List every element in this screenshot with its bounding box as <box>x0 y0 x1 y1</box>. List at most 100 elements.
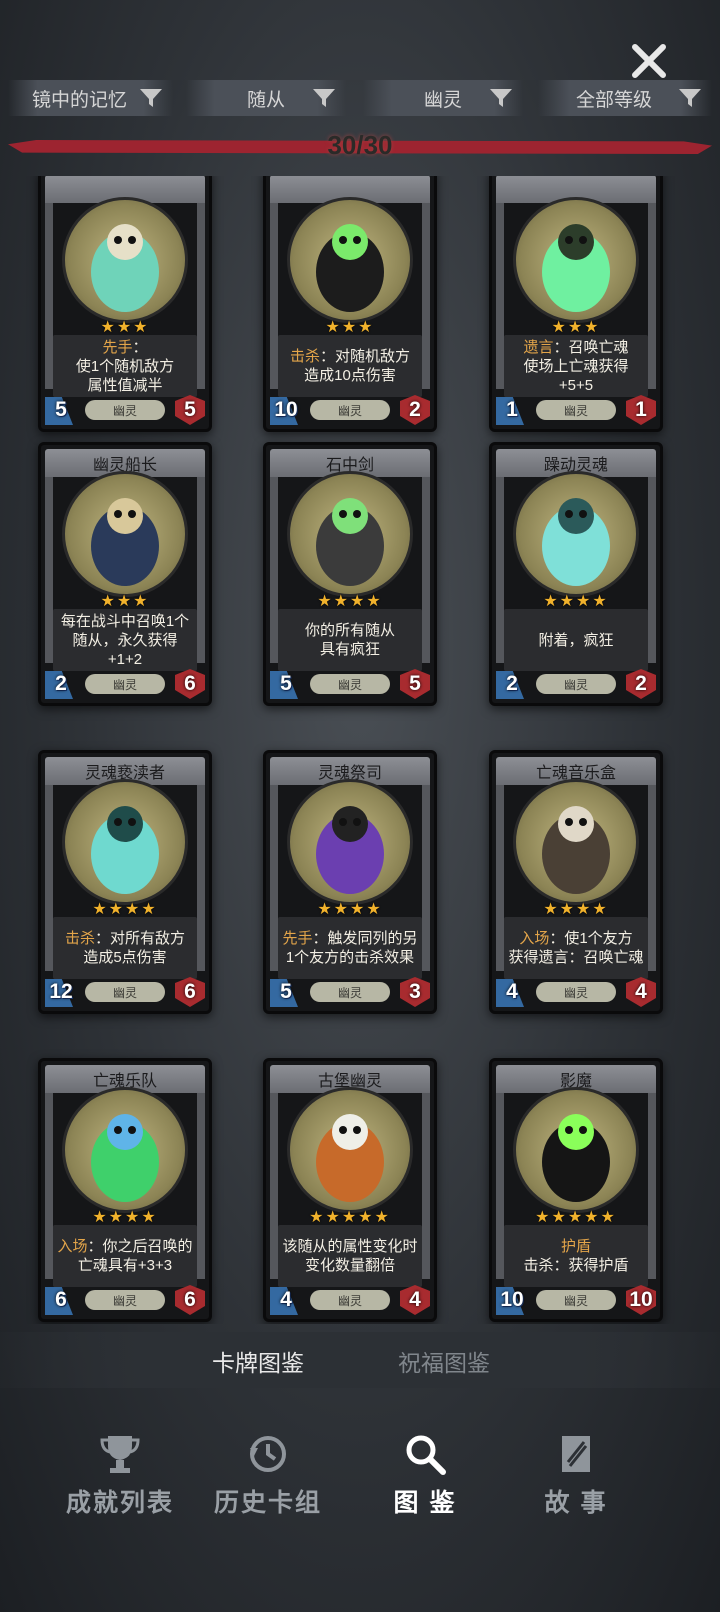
tab-card-codex[interactable]: 卡牌图鉴 <box>212 1344 304 1378</box>
health-badge: 10 <box>626 1285 656 1315</box>
card-art-music-box <box>513 779 639 905</box>
card[interactable]: 石中剑 ★★★★ 你的所有随从 具有疯狂 5 幽灵 5 <box>263 442 437 706</box>
attack-value: 12 <box>49 980 73 1003</box>
close-button[interactable] <box>626 38 672 84</box>
health-value: 1 <box>635 398 647 421</box>
card-type-pill: 幽灵 <box>536 674 616 694</box>
attack-value: 5 <box>280 672 292 695</box>
attack-badge: 10 <box>496 1285 528 1315</box>
magnifier-icon <box>406 1435 446 1475</box>
bottom-nav: 成就列表 历史卡组 图 鉴 故 事 <box>0 1420 720 1560</box>
attack-value: 2 <box>506 672 518 695</box>
health-badge: 4 <box>400 1285 430 1315</box>
card-stats: 5 幽灵 5 <box>266 669 434 699</box>
card-frame <box>422 475 430 663</box>
nav-codex[interactable]: 图 鉴 <box>355 1420 495 1540</box>
card-art-sword <box>287 471 413 597</box>
card-stars: ★★★★ <box>317 901 383 918</box>
progress-label: 30/30 <box>327 130 393 160</box>
filter-ghost[interactable]: 幽灵 <box>363 80 523 116</box>
collection-progress: 30/30 <box>8 130 712 164</box>
card-type-pill: 幽灵 <box>85 400 165 420</box>
filter-label: 镜中的记忆 <box>31 89 127 111</box>
card-stars: ★★★ <box>551 319 601 336</box>
tab-blessing-codex[interactable]: 祝福图鉴 <box>398 1344 490 1378</box>
card[interactable]: ★★★ 击杀：对随机敌方 造成10点伤害 10 幽灵 2 <box>263 176 437 432</box>
card[interactable]: 躁动灵魂 ★★★★ 附着，疯狂 2 幽灵 2 <box>489 442 663 706</box>
health-value: 2 <box>635 672 647 695</box>
card-stats: 10 幽灵 10 <box>492 1285 660 1315</box>
nav-label: 故 事 <box>544 1489 608 1517</box>
health-badge: 5 <box>175 395 205 425</box>
card-frame <box>648 201 656 389</box>
card-type-pill: 幽灵 <box>536 982 616 1002</box>
filter-bar: 镜中的记忆 随从 幽灵 全部等级 <box>8 80 712 116</box>
card-frame <box>270 201 278 389</box>
card-art-skull-ghost <box>62 197 188 323</box>
card-description-text: ：对随机敌方 造成10点伤害 <box>304 348 411 384</box>
filter-label: 全部等级 <box>575 89 652 111</box>
card[interactable]: 灵魂亵渎者 ★★★★ 击杀：对所有敌方 造成5点伤害 12 幽灵 6 <box>38 750 212 1014</box>
card[interactable]: 灵魂祭司 ★★★★ 先手：触发同列的另 1个友方的击杀效果 5 幽灵 3 <box>263 750 437 1014</box>
card[interactable]: 古堡幽灵 ★★★★★ 该随从的属性变化时 变化数量翻倍 4 幽灵 4 <box>263 1058 437 1322</box>
card[interactable]: 亡魂乐队 ★★★★ 入场：你之后召唤的 亡魂具有+3+3 6 幽灵 6 <box>38 1058 212 1322</box>
card[interactable]: ★★★ 先手： 使1个随机敌方 属性值减半 5 幽灵 5 <box>38 176 212 432</box>
card[interactable]: 亡魂音乐盒 ★★★★ 入场：使1个友方 获得遗言：召唤亡魂 4 幽灵 4 <box>489 750 663 1014</box>
card-description: 附着，疯狂 <box>504 609 648 671</box>
card-frame <box>422 783 430 971</box>
card-stats: 10 幽灵 2 <box>266 395 434 425</box>
card-stats: 6 幽灵 6 <box>41 1285 209 1315</box>
card-frame <box>270 1091 278 1279</box>
attack-value: 2 <box>55 672 67 695</box>
card-type-pill: 幽灵 <box>85 1290 165 1310</box>
card-frame <box>496 201 504 389</box>
card-stars: ★★★ <box>100 319 150 336</box>
card-description: 遗言：召唤亡魂 使场上亡魂获得 +5+5 <box>504 335 648 397</box>
card[interactable]: ★★★ 遗言：召唤亡魂 使场上亡魂获得 +5+5 1 幽灵 1 <box>489 176 663 432</box>
card-frame <box>496 1091 504 1279</box>
filter-level[interactable]: 全部等级 <box>538 80 712 116</box>
attack-value: 4 <box>280 1288 292 1311</box>
card-frame <box>197 201 205 389</box>
filter-label: 随从 <box>246 89 285 111</box>
attack-badge: 2 <box>496 669 528 699</box>
card-keyword: 先手 <box>282 930 313 947</box>
card[interactable]: 幽灵船长 ★★★ 每在战斗中召唤1个 随从，永久获得+1+2 2 幽灵 6 <box>38 442 212 706</box>
attack-badge: 2 <box>45 669 77 699</box>
attack-value: 5 <box>280 980 292 1003</box>
card-frame <box>648 1091 656 1279</box>
attack-value: 1 <box>506 398 518 421</box>
card-type-pill: 幽灵 <box>536 400 616 420</box>
card-keyword: 入场 <box>519 930 550 947</box>
nav-achievements[interactable]: 成就列表 <box>50 1420 190 1540</box>
card-art-captain <box>62 471 188 597</box>
card-stats: 4 幽灵 4 <box>266 1285 434 1315</box>
card-frame <box>45 475 53 663</box>
health-value: 10 <box>629 1288 653 1311</box>
card-description: 击杀：对所有敌方 造成5点伤害 <box>53 917 197 979</box>
card-stars: ★★★ <box>100 593 150 610</box>
card-description-text: 每在战斗中召唤1个 随从，永久获得+1+2 <box>60 612 190 668</box>
attack-value: 4 <box>506 980 518 1003</box>
card-frame <box>422 201 430 389</box>
health-value: 4 <box>635 980 647 1003</box>
attack-value: 10 <box>274 398 298 421</box>
health-value: 2 <box>409 398 421 421</box>
card-frame <box>270 475 278 663</box>
card-stars: ★★★★ <box>317 593 383 610</box>
card-stats: 5 幽灵 5 <box>41 395 209 425</box>
filter-memory[interactable]: 镜中的记忆 <box>8 80 173 116</box>
card-description: 入场：使1个友方 获得遗言：召唤亡魂 <box>504 917 648 979</box>
card-type-pill: 幽灵 <box>310 1290 390 1310</box>
card[interactable]: 影魔 ★★★★★ 护盾 击杀：获得护盾 10 幽灵 10 <box>489 1058 663 1322</box>
nav-story[interactable]: 故 事 <box>506 1420 646 1540</box>
nav-label: 成就列表 <box>65 1489 174 1517</box>
attack-badge: 1 <box>496 395 528 425</box>
trophy-icon <box>100 1436 140 1473</box>
filter-minion[interactable]: 随从 <box>186 80 346 116</box>
health-badge: 2 <box>400 395 430 425</box>
nav-history[interactable]: 历史卡组 <box>198 1420 338 1540</box>
attack-badge: 12 <box>45 977 77 1007</box>
card-description-text: 该随从的属性变化时 变化数量翻倍 <box>282 1238 418 1274</box>
card-frame <box>197 1091 205 1279</box>
